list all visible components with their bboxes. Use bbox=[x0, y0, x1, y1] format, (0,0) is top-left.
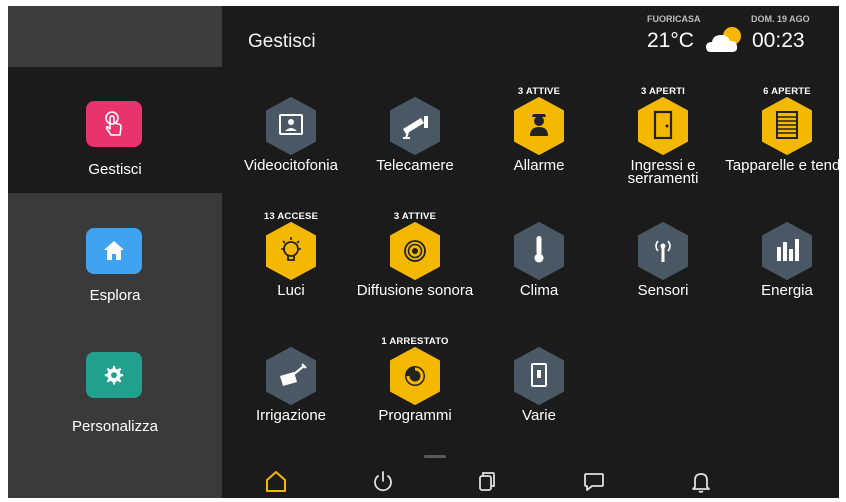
date-label: DOM. 19 AGO bbox=[751, 14, 810, 24]
function-tile[interactable]: 1 ARRESTATO Programmi bbox=[353, 336, 477, 446]
bell-icon[interactable] bbox=[686, 466, 716, 496]
message-icon[interactable] bbox=[579, 466, 609, 496]
function-label: Energia bbox=[761, 282, 813, 299]
partly-cloudy-icon bbox=[706, 27, 741, 52]
shutter-icon bbox=[760, 96, 814, 156]
door-icon bbox=[636, 96, 690, 156]
home-outline-icon[interactable] bbox=[261, 466, 291, 496]
function-label: Clima bbox=[519, 282, 559, 299]
bulb-icon bbox=[264, 221, 318, 281]
function-label: Videocitofonia bbox=[244, 157, 338, 174]
function-tile[interactable]: Videocitofonia bbox=[229, 86, 353, 196]
page-title: Gestisci bbox=[248, 31, 316, 52]
sidebar-item-label: Gestisci bbox=[88, 161, 142, 178]
function-tile[interactable]: Varie bbox=[477, 336, 601, 446]
video-intercom-icon bbox=[264, 96, 318, 156]
sidebar-item-label: Esplora bbox=[89, 287, 141, 304]
function-tile[interactable]: 3 ATTIVE Diffusione sonora bbox=[353, 211, 477, 321]
gear-icon bbox=[86, 352, 142, 398]
bottom-nav bbox=[222, 452, 839, 498]
function-label: Programmi bbox=[378, 407, 452, 424]
weather-location: FUORICASA bbox=[647, 14, 701, 24]
speaker-icon bbox=[388, 221, 442, 281]
function-label: Sensori bbox=[637, 282, 689, 299]
function-tile[interactable]: 3 APERTI Ingressi e serramenti bbox=[601, 86, 725, 196]
temperature: 21°C bbox=[647, 29, 694, 52]
clock: 00:23 bbox=[752, 29, 805, 52]
touch-icon bbox=[86, 101, 142, 147]
function-label: Tapparelle e tende bbox=[725, 157, 839, 174]
function-label: Telecamere bbox=[376, 157, 454, 174]
function-tile[interactable]: 13 ACCESE Luci bbox=[229, 211, 353, 321]
function-tile[interactable]: 3 ATTIVE Allarme bbox=[477, 86, 601, 196]
function-tile[interactable]: Irrigazione bbox=[229, 336, 353, 446]
function-label: Allarme bbox=[513, 157, 565, 174]
function-label: Varie bbox=[522, 407, 556, 424]
sensor-icon bbox=[636, 221, 690, 281]
sidebar-item-personalizza[interactable]: Personalizza bbox=[8, 318, 222, 444]
function-tile[interactable]: 6 APERTE Tapparelle e tende bbox=[725, 86, 839, 196]
function-tile[interactable]: Telecamere bbox=[353, 86, 477, 196]
camera-icon bbox=[388, 96, 442, 156]
power-icon[interactable] bbox=[368, 466, 398, 496]
function-tile[interactable]: Sensori bbox=[601, 211, 725, 321]
function-label: Luci bbox=[277, 282, 305, 299]
sidebar-header bbox=[8, 6, 222, 67]
thermometer-icon bbox=[512, 221, 566, 281]
function-label: Irrigazione bbox=[255, 407, 327, 424]
home-icon bbox=[86, 228, 142, 274]
function-tile[interactable]: Clima bbox=[477, 211, 601, 321]
misc-switch-icon bbox=[512, 346, 566, 406]
scenarios-icon[interactable] bbox=[472, 466, 502, 496]
sidebar: Gestisci Esplora Personalizza bbox=[8, 6, 222, 498]
sidebar-item-label: Personalizza bbox=[72, 418, 158, 435]
watering-can-icon bbox=[264, 346, 318, 406]
sidebar-item-esplora[interactable]: Esplora bbox=[8, 194, 222, 320]
function-label: Ingressi e serramenti bbox=[627, 157, 699, 187]
energy-bars-icon bbox=[760, 221, 814, 281]
program-icon bbox=[388, 346, 442, 406]
function-label: Diffusione sonora bbox=[356, 282, 474, 299]
function-tile[interactable]: Energia bbox=[725, 211, 839, 321]
app-frame: Gestisci Esplora Personalizza Gestisci F… bbox=[8, 6, 839, 498]
sidebar-item-gestisci[interactable]: Gestisci bbox=[8, 67, 222, 193]
alarm-guard-icon bbox=[512, 96, 566, 156]
